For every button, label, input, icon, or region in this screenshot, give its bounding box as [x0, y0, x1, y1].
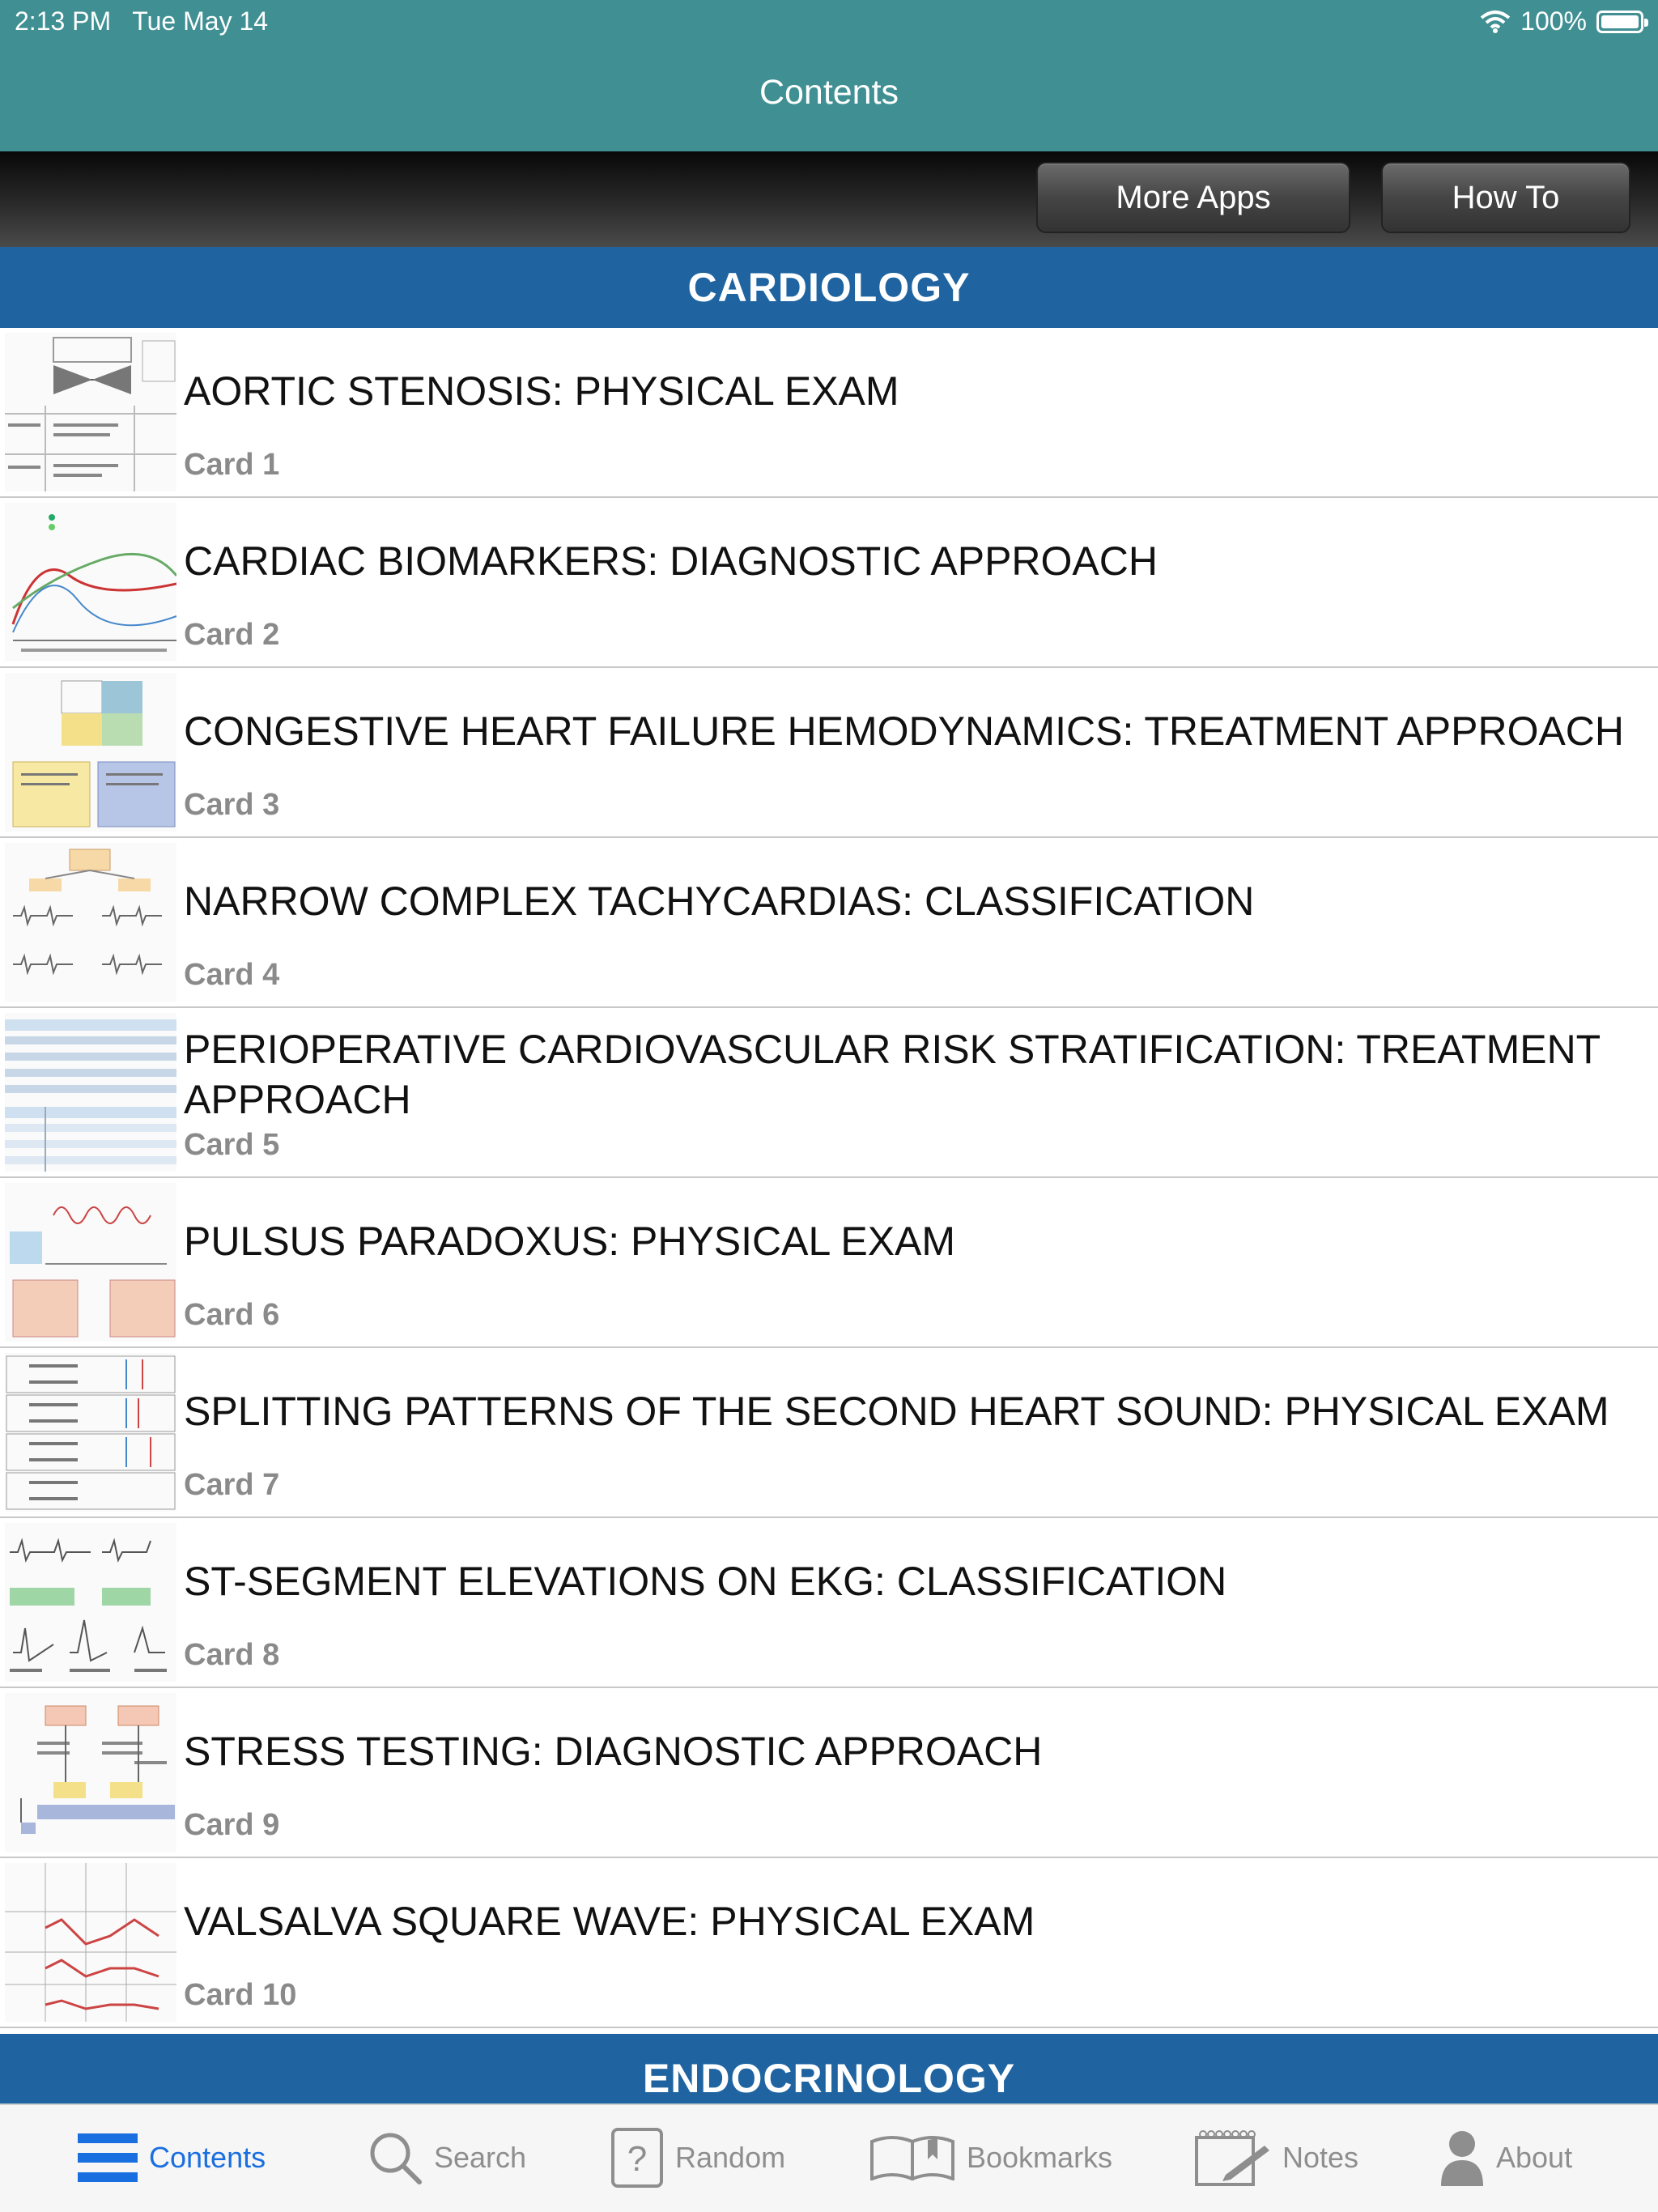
tab-label: Random — [675, 2141, 786, 2174]
card-number: Card 1 — [184, 448, 280, 482]
card-number: Card 9 — [184, 1808, 280, 1842]
card-number: Card 10 — [184, 1978, 297, 2012]
card-thumbnail — [5, 1523, 176, 1682]
wifi-icon — [1480, 10, 1511, 33]
card-number: Card 5 — [184, 1128, 280, 1162]
card-title: AORTIC STENOSIS: PHYSICAL EXAM — [184, 368, 899, 414]
tab-search[interactable]: Search — [368, 2129, 526, 2186]
toolbar: More Apps How To — [0, 151, 1658, 247]
tab-random[interactable]: ? Random — [610, 2128, 786, 2188]
card-thumbnail — [5, 673, 176, 832]
tab-label: Bookmarks — [967, 2141, 1113, 2174]
card-title: NARROW COMPLEX TACHYCARDIAS: CLASSIFICAT… — [184, 878, 1255, 924]
search-icon — [370, 2133, 422, 2184]
tab-about[interactable]: About — [1439, 2129, 1572, 2186]
card-thumbnail — [5, 1183, 176, 1342]
list-item[interactable]: ST-SEGMENT ELEVATIONS ON EKG: CLASSIFICA… — [0, 1518, 1658, 1688]
status-time: 2:13 PM — [15, 6, 112, 36]
card-title: PERIOPERATIVE CARDIOVASCULAR RISK STRATI… — [184, 1027, 1601, 1122]
list-icon — [78, 2133, 138, 2182]
status-date: Tue May 14 — [132, 6, 269, 36]
page-title: Contents — [759, 73, 899, 112]
card-title: PULSUS PARADOXUS: PHYSICAL EXAM — [184, 1219, 956, 1264]
book-icon — [870, 2136, 954, 2180]
more-apps-button[interactable]: More Apps — [1036, 162, 1350, 233]
status-indicators: 100% — [1480, 6, 1648, 36]
tab-label: Contents — [149, 2141, 266, 2174]
list-item[interactable]: PULSUS PARADOXUS: PHYSICAL EXAM Card 6 — [0, 1178, 1658, 1348]
how-to-button[interactable]: How To — [1381, 162, 1630, 233]
card-title: SPLITTING PATTERNS OF THE SECOND HEART S… — [184, 1389, 1609, 1434]
list-item[interactable]: SPLITTING PATTERNS OF THE SECOND HEART S… — [0, 1348, 1658, 1518]
section-header-cardiology: CARDIOLOGY — [0, 247, 1658, 328]
card-thumbnail — [5, 333, 176, 491]
card-number: Card 2 — [184, 618, 280, 652]
tab-bar: Contents Search ? Random Bookmarks Notes… — [0, 2104, 1658, 2212]
card-thumbnail — [5, 1013, 176, 1172]
tab-bookmarks[interactable]: Bookmarks — [869, 2129, 1112, 2186]
tab-contents[interactable]: Contents — [78, 2129, 266, 2186]
tab-label: Search — [434, 2141, 527, 2174]
list-item[interactable]: STRESS TESTING: DIAGNOSTIC APPROACH Card… — [0, 1688, 1658, 1858]
tab-notes[interactable]: Notes — [1193, 2129, 1358, 2186]
section-header-endocrinology: ENDOCRINOLOGY — [0, 2034, 1658, 2104]
notepad-icon — [1195, 2130, 1269, 2186]
card-title: CONGESTIVE HEART FAILURE HEMODYNAMICS: T… — [184, 708, 1625, 754]
card-thumbnail — [5, 1353, 176, 1512]
card-title: ST-SEGMENT ELEVATIONS ON EKG: CLASSIFICA… — [184, 1559, 1227, 1604]
card-number: Card 3 — [184, 788, 280, 822]
person-icon — [1441, 2131, 1483, 2186]
status-time-date: 2:13 PM Tue May 14 — [15, 6, 268, 36]
navigation-bar: 2:13 PM Tue May 14 100% Contents — [0, 0, 1658, 151]
tab-label: About — [1496, 2141, 1573, 2174]
card-thumbnail — [5, 1693, 176, 1852]
list-item[interactable]: PERIOPERATIVE CARDIOVASCULAR RISK STRATI… — [0, 1008, 1658, 1178]
card-number: Card 6 — [184, 1298, 280, 1332]
card-title: CARDIAC BIOMARKERS: DIAGNOSTIC APPROACH — [184, 538, 1158, 584]
card-number: Card 8 — [184, 1638, 280, 1672]
battery-percent: 100% — [1520, 6, 1587, 36]
card-number: Card 7 — [184, 1468, 280, 1502]
card-thumbnail — [5, 843, 176, 1002]
card-thumbnail — [5, 503, 176, 661]
list-item[interactable]: AORTIC STENOSIS: PHYSICAL EXAM Card 1 — [0, 328, 1658, 498]
card-title: VALSALVA SQUARE WAVE: PHYSICAL EXAM — [184, 1899, 1035, 1944]
list-item[interactable]: NARROW COMPLEX TACHYCARDIAS: CLASSIFICAT… — [0, 838, 1658, 1008]
list-item[interactable]: CARDIAC BIOMARKERS: DIAGNOSTIC APPROACH … — [0, 498, 1658, 668]
svg-text:?: ? — [627, 2139, 647, 2179]
card-title: STRESS TESTING: DIAGNOSTIC APPROACH — [184, 1729, 1043, 1774]
tab-label: Notes — [1282, 2141, 1359, 2174]
battery-icon — [1596, 10, 1648, 33]
card-list: AORTIC STENOSIS: PHYSICAL EXAM Card 1 CA… — [0, 328, 1658, 2028]
list-item[interactable]: VALSALVA SQUARE WAVE: PHYSICAL EXAM Card… — [0, 1858, 1658, 2028]
card-thumbnail — [5, 1863, 176, 2022]
card-number: Card 4 — [184, 958, 280, 992]
list-item[interactable]: CONGESTIVE HEART FAILURE HEMODYNAMICS: T… — [0, 668, 1658, 838]
question-card-icon: ? — [611, 2128, 663, 2188]
